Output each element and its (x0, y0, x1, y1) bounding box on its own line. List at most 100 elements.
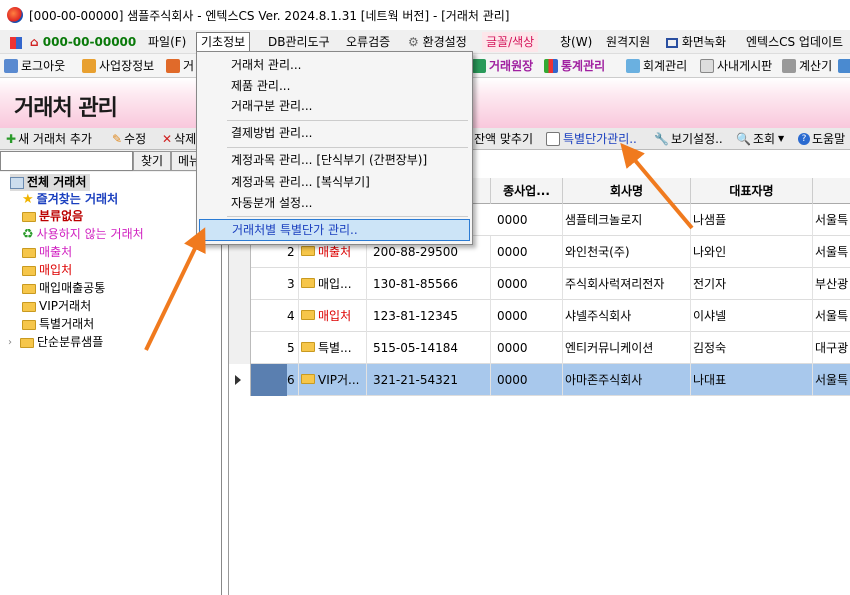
tree-item-common[interactable]: 매입매출공통 (22, 280, 105, 297)
find-button[interactable]: 찾기 (133, 151, 171, 171)
upload-icon[interactable] (838, 57, 850, 75)
pencil-icon: ✎ (112, 132, 123, 146)
menubar-grid-icon[interactable] (6, 32, 26, 52)
menu-remote-support[interactable]: 원격지원 (602, 32, 654, 52)
folder-icon (22, 247, 36, 258)
tree-root[interactable]: 전체 거래처 (10, 174, 91, 191)
menu-item-auto-journal[interactable]: 자동분개 설정... (199, 192, 470, 214)
home-icon: ⌂ (30, 35, 39, 49)
folder-icon (301, 278, 315, 288)
folder-icon (22, 301, 36, 312)
calculator-button[interactable]: 계산기 (782, 57, 832, 75)
chart-icon (544, 59, 558, 73)
header-ceo[interactable]: 대표자명 (691, 178, 813, 204)
tree-search-bar: 찾기 메뉴 (0, 150, 222, 172)
ledger-button[interactable]: 거래원장 (472, 57, 533, 75)
category-tree: 전체 거래처 ★ 즐겨찾는 거래처 분류없음 ♻ 사용하지 않는 거래처 매출처… (0, 172, 222, 595)
header-address[interactable] (813, 178, 850, 204)
menu-item-payment-method[interactable]: 결제방법 관리... (199, 122, 470, 144)
business-info-button[interactable]: 사업장정보 (82, 57, 154, 75)
ledger-icon (472, 59, 486, 73)
folder-icon (301, 310, 315, 320)
table-row[interactable]: 4 매입처 123-81-12345 0000 샤넬주식회사 이샤넬 서울특 (229, 300, 850, 332)
view-settings-button[interactable]: 🔧 보기설정.. (654, 130, 723, 148)
folder-icon (20, 337, 34, 348)
app-logo-icon (7, 7, 23, 23)
recycle-icon: ♻ (22, 227, 34, 242)
accounting-icon (626, 59, 640, 73)
delete-icon: ✕ (162, 132, 173, 146)
folder-icon (22, 265, 36, 276)
table-icon (546, 132, 560, 146)
tree-item-simple-sample[interactable]: › 단순분류샘플 (8, 334, 103, 351)
add-client-button[interactable]: ✚ 새 거래처 추가 (6, 130, 92, 148)
menu-separator (227, 216, 468, 217)
basic-info-dropdown: 거래처 관리... 제품 관리... 거래구분 관리... 결제방법 관리...… (196, 51, 473, 245)
tree-search-input[interactable] (0, 151, 133, 171)
row-pointer-icon (235, 375, 241, 385)
client-button[interactable]: 거 (166, 57, 194, 75)
expand-icon[interactable]: › (8, 334, 18, 351)
menu-item-account-single-entry[interactable]: 계정과목 관리... [단식부기 (간편장부)] (199, 149, 470, 171)
special-price-button[interactable]: 특별단가관리.. (546, 130, 637, 148)
menu-item-client-special-price[interactable]: 거래처별 특별단가 관리.. (199, 219, 470, 241)
logout-icon (4, 59, 18, 73)
tree-item-sales[interactable]: 매출처 (22, 244, 72, 261)
help-icon: ? (798, 133, 810, 145)
header-branch-no[interactable]: 종사업... (491, 178, 563, 204)
menu-db-tools[interactable]: DB관리도구 (264, 32, 334, 52)
menu-item-client-management[interactable]: 거래처 관리... (199, 54, 470, 76)
menu-font-color[interactable]: 글꼴/색상 (482, 32, 539, 52)
menu-update[interactable]: 엔텍스CS 업데이트 (742, 32, 847, 52)
folder-icon (301, 342, 315, 352)
menu-error-check[interactable]: 오류검증 (342, 32, 394, 52)
folder-icon (22, 283, 36, 294)
people-icon (166, 59, 180, 73)
folder-icon (22, 319, 36, 330)
tree-item-vip[interactable]: VIP거래처 (22, 298, 91, 315)
menu-file[interactable]: 파일(F) (144, 32, 190, 52)
menu-screen-record[interactable]: 화면녹화 (662, 32, 730, 52)
tree-item-unused[interactable]: ♻ 사용하지 않는 거래처 (22, 226, 144, 243)
star-icon: ★ (22, 192, 34, 207)
calculator-icon (782, 59, 796, 73)
title-bar: [000-00-00000] 샘플주식회사 - 엔텍스CS Ver. 2024.… (0, 0, 850, 30)
table-row[interactable]: 3 매입... 130-81-85566 0000 주식회사럭져리전자 전기자 … (229, 268, 850, 300)
plus-icon: ✚ (6, 132, 17, 146)
dropdown-caret-icon: ▼ (778, 134, 785, 143)
tree-item-favorites[interactable]: ★ 즐겨찾는 거래처 (22, 191, 118, 208)
page-title: 거래처 관리 (14, 96, 118, 121)
folder-icon (301, 374, 315, 384)
menu-item-account-double-entry[interactable]: 계정과목 관리... [복식부기] (199, 171, 470, 193)
menu-item-product-management[interactable]: 제품 관리... (199, 75, 470, 97)
tree-item-uncategorized[interactable]: 분류없음 (22, 208, 83, 225)
document-icon (700, 59, 714, 73)
header-company[interactable]: 회사명 (563, 178, 691, 204)
menu-window[interactable]: 창(W) (556, 32, 596, 52)
menu-separator (227, 120, 468, 121)
app-window: [000-00-00000] 샘플주식회사 - 엔텍스CS Ver. 2024.… (0, 0, 850, 595)
search-button[interactable]: 🔍 조회 ▼ (736, 130, 784, 148)
menu-item-trade-type-management[interactable]: 거래구분 관리... (199, 95, 470, 117)
tree-item-purchase[interactable]: 매입처 (22, 262, 72, 279)
menu-separator (227, 147, 468, 148)
magnifier-icon: 🔍 (736, 132, 751, 146)
accounting-button[interactable]: 회계관리 (626, 57, 687, 75)
statistics-button[interactable]: 통계관리 (544, 57, 605, 75)
table-row-selected[interactable]: 6 VIP거... 321-21-54321 0000 아마존주식회사 나대표 … (229, 364, 850, 396)
monitor-icon (666, 37, 678, 48)
tree-item-special[interactable]: 특별거래처 (22, 316, 94, 333)
help-button[interactable]: ? 도움말 (798, 130, 845, 148)
balance-adjust-button[interactable]: 잔액 맞추기 (474, 130, 533, 148)
folder-icon (301, 246, 315, 256)
edit-button[interactable]: ✎ 수정 (112, 130, 146, 148)
menu-company-code[interactable]: ⌂ 000-00-00000 (26, 32, 140, 52)
delete-button[interactable]: ✕ 삭제 (162, 130, 196, 148)
board-button[interactable]: 사내게시판 (700, 57, 772, 75)
wrench-icon: 🔧 (654, 132, 669, 146)
table-row[interactable]: 5 특별... 515-05-14184 0000 엔티커뮤니케이션 김정숙 대… (229, 332, 850, 364)
gear-icon: ⚙ (408, 35, 419, 49)
menu-basic-info[interactable]: 기초정보 (196, 32, 251, 52)
menu-settings[interactable]: ⚙ 환경설정 (404, 32, 471, 52)
logout-button[interactable]: 로그아웃 (4, 57, 65, 75)
